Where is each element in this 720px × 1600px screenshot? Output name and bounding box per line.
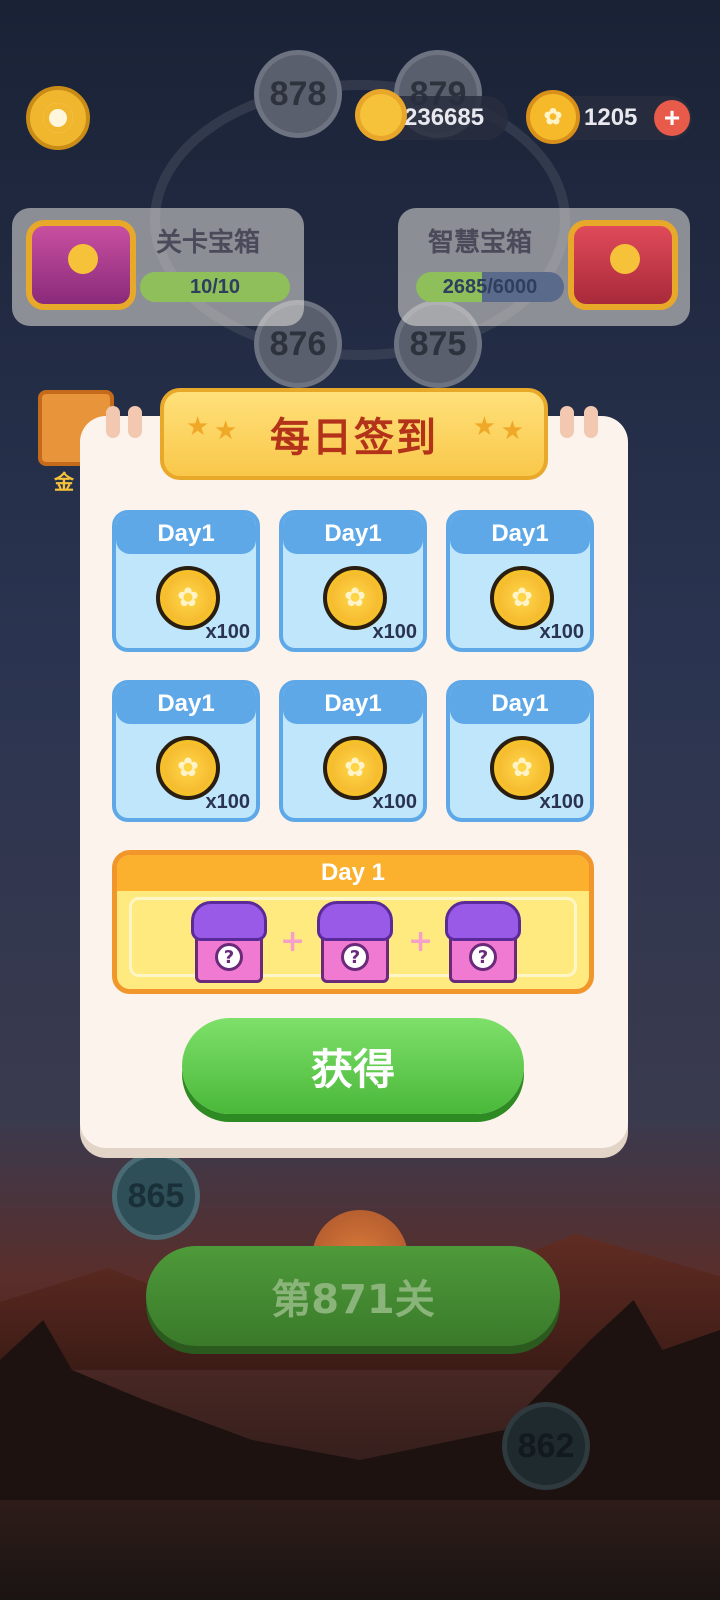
daily-reward-card[interactable]: Day1 ✿ x100 [446, 680, 594, 822]
level-chest-title: 关卡宝箱 [156, 228, 261, 258]
level-node[interactable]: 865 [112, 1152, 200, 1240]
daily-reward-card[interactable]: Day1 ✿ x100 [112, 680, 260, 822]
bow-icon [317, 901, 393, 941]
bow-icon [445, 901, 521, 941]
wisdom-chest-card[interactable]: 智慧宝箱 2685/6000 [398, 208, 690, 326]
big-reward-card[interactable]: Day 1 ? ? ? [112, 850, 594, 994]
dialog-tab [584, 406, 598, 438]
sun-icon [360, 94, 402, 136]
smiley-emblem-icon [610, 244, 640, 274]
reward-count: x100 [539, 791, 585, 813]
daily-reward-card[interactable]: Day1 ✿ x100 [112, 510, 260, 652]
mystery-gift-icon: ? [317, 901, 393, 983]
star-emblem-icon [68, 244, 98, 274]
level-chest-card[interactable]: 关卡宝箱 10/10 [12, 208, 304, 326]
gear-icon [43, 103, 73, 133]
daily-reward-card[interactable]: Day1 ✿ x100 [279, 510, 427, 652]
bow-icon [191, 901, 267, 941]
coin-counter: ✿ 1205 + [526, 90, 692, 144]
daily-reward-card[interactable]: Day1 ✿ x100 [279, 680, 427, 822]
energy-counter: 236685 [360, 94, 508, 140]
question-mark-icon: ? [469, 943, 497, 971]
level-chest-progress: 10/10 [140, 272, 290, 302]
level-number: 875 [409, 324, 467, 363]
reward-count: x100 [205, 621, 251, 643]
reward-count: x100 [372, 621, 418, 643]
level-chest-progress-text: 10/10 [189, 275, 241, 298]
settings-button[interactable] [26, 86, 90, 150]
coin-value: 1205 [584, 104, 638, 131]
play-level-button[interactable]: 第871关 [146, 1246, 560, 1346]
plus-icon: + [280, 924, 306, 959]
level-number: 878 [269, 74, 327, 113]
reward-count: x100 [372, 791, 418, 813]
paw-coin-icon: ✿ [526, 90, 580, 144]
plus-icon: + [663, 102, 681, 133]
dialog-tab [128, 406, 142, 438]
star-icon: ★ [500, 416, 524, 446]
reward-day-label: Day1 [283, 514, 423, 554]
plus-icon: + [408, 924, 434, 959]
reward-day-label: Day1 [450, 684, 590, 724]
level-node[interactable]: 862 [502, 1402, 590, 1490]
wisdom-chest-title: 智慧宝箱 [428, 228, 533, 258]
dialog-tab [560, 406, 574, 438]
level-chest-icon [26, 220, 136, 310]
claim-button[interactable]: 获得 [182, 1018, 524, 1114]
star-icon: ★ [472, 412, 496, 442]
reward-day-label: Day1 [116, 684, 256, 724]
play-level-label: 第871关 [271, 1277, 435, 1323]
reward-day-label: Day1 [116, 514, 256, 554]
level-node[interactable]: 878 [254, 50, 342, 138]
question-mark-icon: ? [215, 943, 243, 971]
reward-count: x100 [205, 791, 251, 813]
star-icon: ★ [186, 412, 210, 442]
reward-day-label: Day1 [450, 514, 590, 554]
add-coins-button[interactable]: + [654, 100, 690, 136]
wisdom-chest-progress-text: 2685/6000 [442, 275, 538, 298]
mystery-gift-icon: ? [191, 901, 267, 983]
question-mark-icon: ? [341, 943, 369, 971]
wisdom-chest-icon [568, 220, 678, 310]
side-gift-label: 金 [54, 470, 74, 494]
reward-day-label: Day1 [283, 684, 423, 724]
daily-reward-card[interactable]: Day1 ✿ x100 [446, 510, 594, 652]
level-number: 876 [269, 324, 327, 363]
dialog-title: 每日签到 [270, 415, 438, 461]
level-number: 865 [127, 1176, 185, 1215]
dialog-title-banner: ★ ★ 每日签到 ★ ★ [160, 388, 548, 480]
wisdom-chest-progress: 2685/6000 [416, 272, 564, 302]
star-icon: ★ [214, 416, 238, 446]
big-reward-day-label: Day 1 [117, 855, 589, 891]
dialog-tab [106, 406, 120, 438]
claim-button-label: 获得 [310, 1044, 395, 1094]
level-number: 862 [517, 1426, 575, 1465]
energy-value: 236685 [404, 104, 485, 131]
mystery-gift-icon: ? [445, 901, 521, 983]
reward-count: x100 [539, 621, 585, 643]
